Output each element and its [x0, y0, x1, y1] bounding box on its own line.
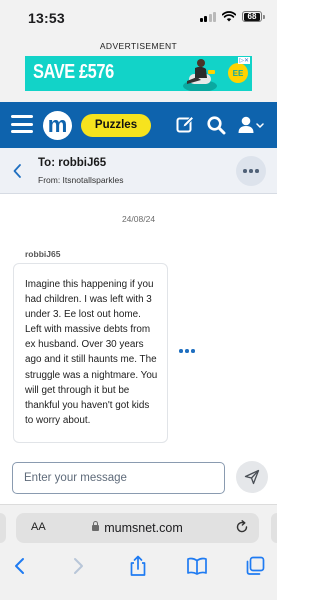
status-bar: 13:53 68	[0, 0, 277, 36]
forward-arrow-icon[interactable]	[67, 555, 89, 577]
next-tab-edge[interactable]	[271, 513, 277, 543]
message-date: 24/08/24	[121, 214, 156, 224]
ad-banner[interactable]: SAVE £576 EE ▷✕	[25, 56, 252, 91]
status-icons: 68	[199, 11, 265, 22]
search-icon[interactable]	[206, 115, 226, 135]
hamburger-icon[interactable]	[11, 115, 33, 133]
address-bar[interactable]: AA mumsnet.com	[16, 513, 259, 543]
send-icon	[244, 469, 260, 485]
chevron-down-icon	[256, 123, 264, 129]
ee-logo: EE	[228, 63, 248, 83]
bookmarks-icon[interactable]	[186, 555, 208, 577]
ad-label: ADVERTISEMENT	[99, 41, 178, 51]
pencil-icon[interactable]	[175, 115, 195, 135]
ad-area: ADVERTISEMENT SAVE £576 EE ▷✕	[0, 36, 277, 102]
compose-area	[0, 450, 277, 504]
conversation-header: To: robbiJ65 From: Itsnotallsparkles	[0, 148, 277, 194]
site-header: m Puzzles	[0, 102, 277, 148]
url-text: mumsnet.com	[104, 521, 183, 535]
conversation-sender: From: Itsnotallsparkles	[38, 175, 124, 185]
share-icon[interactable]	[127, 555, 149, 577]
puzzles-button[interactable]: Puzzles	[81, 114, 151, 137]
lock-icon	[92, 521, 100, 531]
conversation-recipient: To: robbiJ65	[38, 157, 107, 169]
signal-icon	[199, 11, 216, 22]
tabs-icon[interactable]	[244, 555, 266, 577]
back-chevron-icon[interactable]	[11, 161, 25, 181]
conversation-more-button[interactable]	[236, 156, 266, 186]
send-button[interactable]	[236, 461, 268, 493]
wifi-icon	[222, 11, 236, 22]
message-thread: 24/08/24 robbiJ65 Imagine this happening…	[0, 194, 277, 450]
message-input[interactable]	[12, 462, 225, 494]
ad-choices-icon[interactable]: ▷✕	[238, 57, 250, 64]
user-icon[interactable]	[237, 115, 265, 135]
url-display[interactable]: mumsnet.com	[16, 521, 259, 535]
battery-icon: 68	[242, 11, 265, 22]
svg-text:EE: EE	[233, 69, 244, 78]
mumsnet-logo[interactable]: m	[43, 111, 72, 140]
message-bubble: Imagine this happening if you had childr…	[13, 263, 168, 443]
reload-icon[interactable]	[235, 520, 249, 534]
battery-level: 68	[244, 12, 260, 21]
ad-text: SAVE £576	[33, 61, 114, 83]
message-sender: robbiJ65	[25, 249, 61, 259]
previous-tab-edge[interactable]	[0, 513, 6, 543]
browser-toolbar: AA mumsnet.com	[0, 504, 277, 600]
back-arrow-icon[interactable]	[9, 555, 31, 577]
status-time: 13:53	[28, 10, 65, 26]
message-more-icon[interactable]	[175, 344, 199, 358]
ad-person-image	[183, 59, 217, 91]
